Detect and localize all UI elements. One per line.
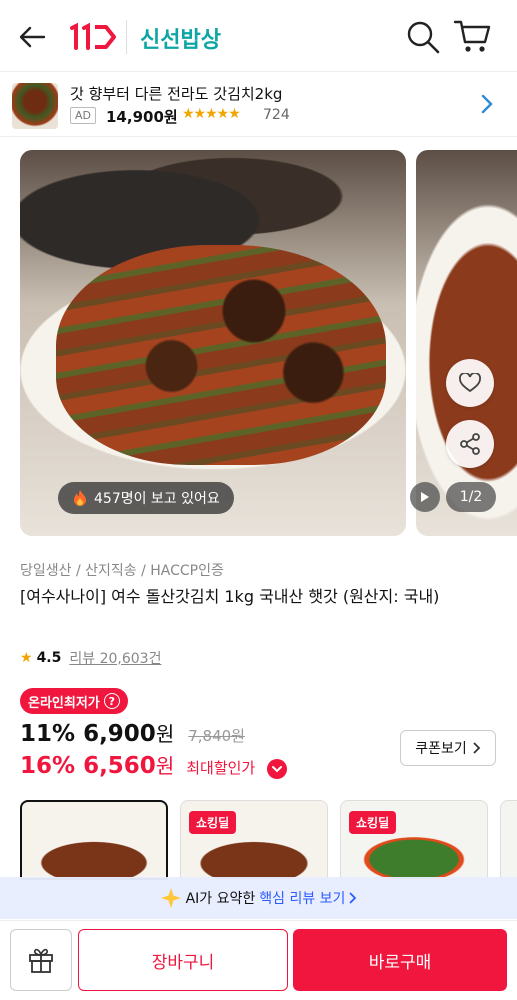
ai-summary-link[interactable]: 핵심 리뷰 보기 bbox=[259, 888, 345, 908]
sparkle-icon bbox=[160, 888, 181, 908]
discount-rate: 11% bbox=[20, 721, 76, 747]
chevron-right-icon bbox=[473, 742, 481, 754]
shocking-deal-badge: 쇼킹딜 bbox=[349, 811, 397, 834]
original-price: 7,840원 bbox=[188, 727, 245, 745]
product-tags: 당일생산 / 산지직송 / HACCP인증 bbox=[20, 563, 224, 579]
lowest-price-label: 온라인최저가 bbox=[28, 695, 100, 711]
star-icon: ★ bbox=[20, 650, 33, 666]
product-main-image[interactable]: 457명이 보고 있어요 bbox=[20, 150, 406, 536]
option-thumbnail-4[interactable] bbox=[500, 800, 517, 880]
share-button[interactable] bbox=[446, 420, 494, 468]
ai-review-summary-bar[interactable]: AI가 요약한 핵심 리뷰 보기 bbox=[0, 877, 517, 919]
ad-badge: AD bbox=[70, 107, 96, 124]
chevron-down-icon[interactable] bbox=[267, 759, 288, 779]
next-product-image[interactable] bbox=[416, 150, 517, 536]
coupon-button[interactable]: 쿠폰보기 bbox=[400, 730, 496, 766]
product-rating: ★ 4.5 리뷰 20,603건 bbox=[20, 648, 161, 668]
ai-summary-prefix: AI가 요약한 bbox=[185, 891, 256, 907]
rating-value: 4.5 bbox=[36, 650, 62, 666]
share-icon bbox=[460, 433, 480, 455]
star-rating-icon: ★★★★★ bbox=[182, 106, 241, 122]
related-product-thumbnail bbox=[12, 83, 58, 129]
related-product-banner[interactable]: 갓 향부터 다른 전라도 갓김치2kg AD 14,900원 ★★★★★ 724 bbox=[0, 73, 517, 137]
chevron-right-icon bbox=[349, 892, 357, 904]
option-thumbnails: 쇼킹딜 쇼킹딜 bbox=[0, 800, 517, 880]
currency-unit: 원 bbox=[155, 754, 175, 778]
top-header: 신선밥상 bbox=[0, 0, 517, 72]
related-product-price: 14,900원 bbox=[106, 108, 178, 126]
shocking-deal-badge: 쇼킹딜 bbox=[189, 811, 237, 834]
max-discount-row: 16% 6,560원 최대할인가 bbox=[20, 750, 288, 779]
related-product-title: 갓 향부터 다른 전라도 갓김치2kg bbox=[70, 85, 283, 103]
play-icon bbox=[421, 492, 429, 502]
add-to-cart-button[interactable]: 장바구니 bbox=[78, 929, 288, 991]
help-icon[interactable]: ? bbox=[103, 693, 120, 709]
bottom-action-bar: 장바구니 바로구매 bbox=[0, 920, 517, 1000]
product-image-gallery[interactable]: 457명이 보고 있어요 1/2 bbox=[0, 150, 517, 536]
max-discount-label: 최대할인가 bbox=[186, 759, 256, 777]
cart-button[interactable] bbox=[452, 16, 492, 56]
sale-price: 6,900 bbox=[83, 721, 156, 747]
sale-price-row: 11% 6,900원 7,840원 bbox=[20, 718, 245, 747]
option-thumbnail-3[interactable]: 쇼킹딜 bbox=[340, 800, 488, 880]
product-title: [여수사나이] 여수 돌산갓김치 1kg 국내산 햇갓 (원산지: 국내) bbox=[20, 587, 440, 606]
option-thumbnail-2[interactable]: 쇼킹딜 bbox=[180, 800, 328, 880]
header-divider bbox=[126, 20, 127, 54]
max-discount-price: 6,560 bbox=[83, 753, 156, 779]
play-button[interactable] bbox=[410, 482, 440, 512]
gift-button[interactable] bbox=[10, 929, 72, 991]
lowest-price-badge: 온라인최저가 ? bbox=[20, 688, 128, 714]
chevron-right-icon[interactable] bbox=[480, 93, 494, 121]
search-icon bbox=[407, 21, 440, 54]
search-button[interactable] bbox=[404, 18, 442, 56]
live-viewers-badge: 457명이 보고 있어요 bbox=[58, 482, 234, 514]
related-product-review-count: 724 bbox=[263, 107, 290, 123]
11st-logo[interactable] bbox=[66, 22, 118, 52]
image-pager: 1/2 bbox=[446, 482, 496, 512]
live-viewers-text: 457명이 보고 있어요 bbox=[94, 491, 220, 507]
option-thumbnail-1[interactable] bbox=[20, 800, 168, 880]
currency-unit: 원 bbox=[155, 722, 175, 746]
heart-icon bbox=[459, 373, 481, 393]
buy-now-button[interactable]: 바로구매 bbox=[293, 929, 507, 991]
coupon-button-label: 쿠폰보기 bbox=[415, 741, 467, 757]
11st-logo-icon bbox=[70, 22, 116, 50]
review-link[interactable]: 리뷰 20,603건 bbox=[69, 648, 161, 668]
kimchi-shape bbox=[56, 245, 386, 465]
gift-icon bbox=[29, 948, 53, 973]
store-name[interactable]: 신선밥상 bbox=[140, 22, 221, 54]
cart-icon bbox=[453, 20, 491, 52]
arrow-left-icon bbox=[19, 26, 46, 48]
back-button[interactable] bbox=[16, 20, 50, 54]
fire-icon bbox=[74, 490, 86, 506]
like-button[interactable] bbox=[446, 359, 494, 407]
max-discount-rate: 16% bbox=[20, 753, 76, 779]
